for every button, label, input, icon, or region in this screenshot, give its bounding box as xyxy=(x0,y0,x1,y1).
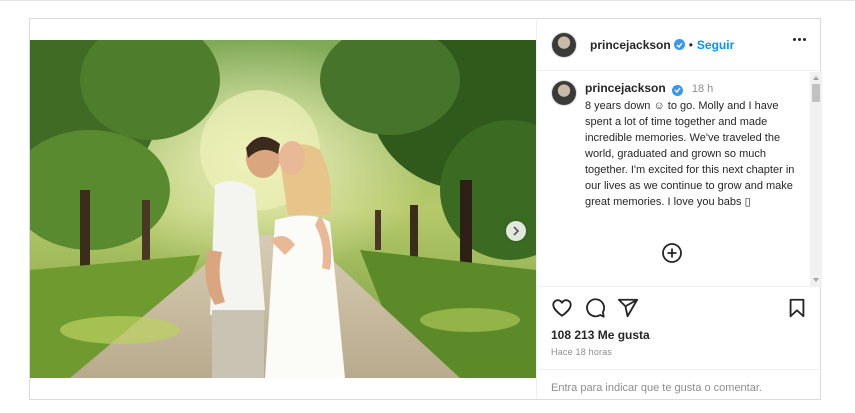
post-header: princejackson • Seguir xyxy=(537,19,822,71)
username-link[interactable]: princejackson xyxy=(590,38,671,52)
post-card: princejackson • Seguir princejackson 18 … xyxy=(29,18,822,400)
chevron-right-icon xyxy=(513,226,520,236)
login-link[interactable]: Entra xyxy=(551,382,577,394)
scroll-up-arrow-icon[interactable] xyxy=(813,76,819,80)
share-button[interactable] xyxy=(617,297,639,319)
photo-image xyxy=(30,40,536,378)
verified-badge-icon xyxy=(671,84,683,96)
paper-plane-icon xyxy=(617,298,639,318)
scroll-down-arrow-icon[interactable] xyxy=(813,278,819,282)
separator-dot: • xyxy=(688,37,693,52)
avatar[interactable] xyxy=(551,31,577,58)
post-actions: 108 213 Me gusta Hace 18 horas Entra par… xyxy=(537,286,822,399)
more-options-icon[interactable] xyxy=(793,38,806,41)
caption-text: 8 years down ☺ to go. Molly and I have s… xyxy=(585,100,795,208)
follow-button[interactable]: Seguir xyxy=(697,38,734,52)
scroll-thumb[interactable] xyxy=(812,84,820,102)
caption-time[interactable]: 18 h xyxy=(692,83,713,95)
likes-count[interactable]: 108 213 Me gusta xyxy=(551,328,650,342)
login-prompt-text: para indicar que te gusta o comentar. xyxy=(577,382,762,394)
plus-circle-icon xyxy=(662,243,682,263)
post-timestamp[interactable]: Hace 18 horas xyxy=(551,347,612,357)
top-divider xyxy=(0,0,855,1)
heart-icon xyxy=(552,299,572,317)
verified-badge-icon xyxy=(673,39,685,50)
caption-username[interactable]: princejackson xyxy=(585,81,666,95)
login-prompt: Entra para indicar que te gusta o coment… xyxy=(537,369,822,400)
comment-bubble-icon xyxy=(586,298,605,318)
comment-button[interactable] xyxy=(584,297,606,319)
save-button[interactable] xyxy=(786,297,808,319)
like-button[interactable] xyxy=(551,297,573,319)
load-more-comments-button[interactable] xyxy=(661,242,683,264)
post-photo[interactable] xyxy=(30,40,536,378)
caption-avatar[interactable] xyxy=(551,80,577,106)
comments-area[interactable]: princejackson 18 h 8 years down ☺ to go.… xyxy=(537,72,822,286)
bookmark-icon xyxy=(789,298,805,318)
caption: princejackson 18 h 8 years down ☺ to go.… xyxy=(551,80,806,210)
carousel-next-button[interactable] xyxy=(506,221,526,241)
post-side-panel: princejackson • Seguir princejackson 18 … xyxy=(536,19,822,399)
comments-scrollbar[interactable] xyxy=(810,72,822,286)
